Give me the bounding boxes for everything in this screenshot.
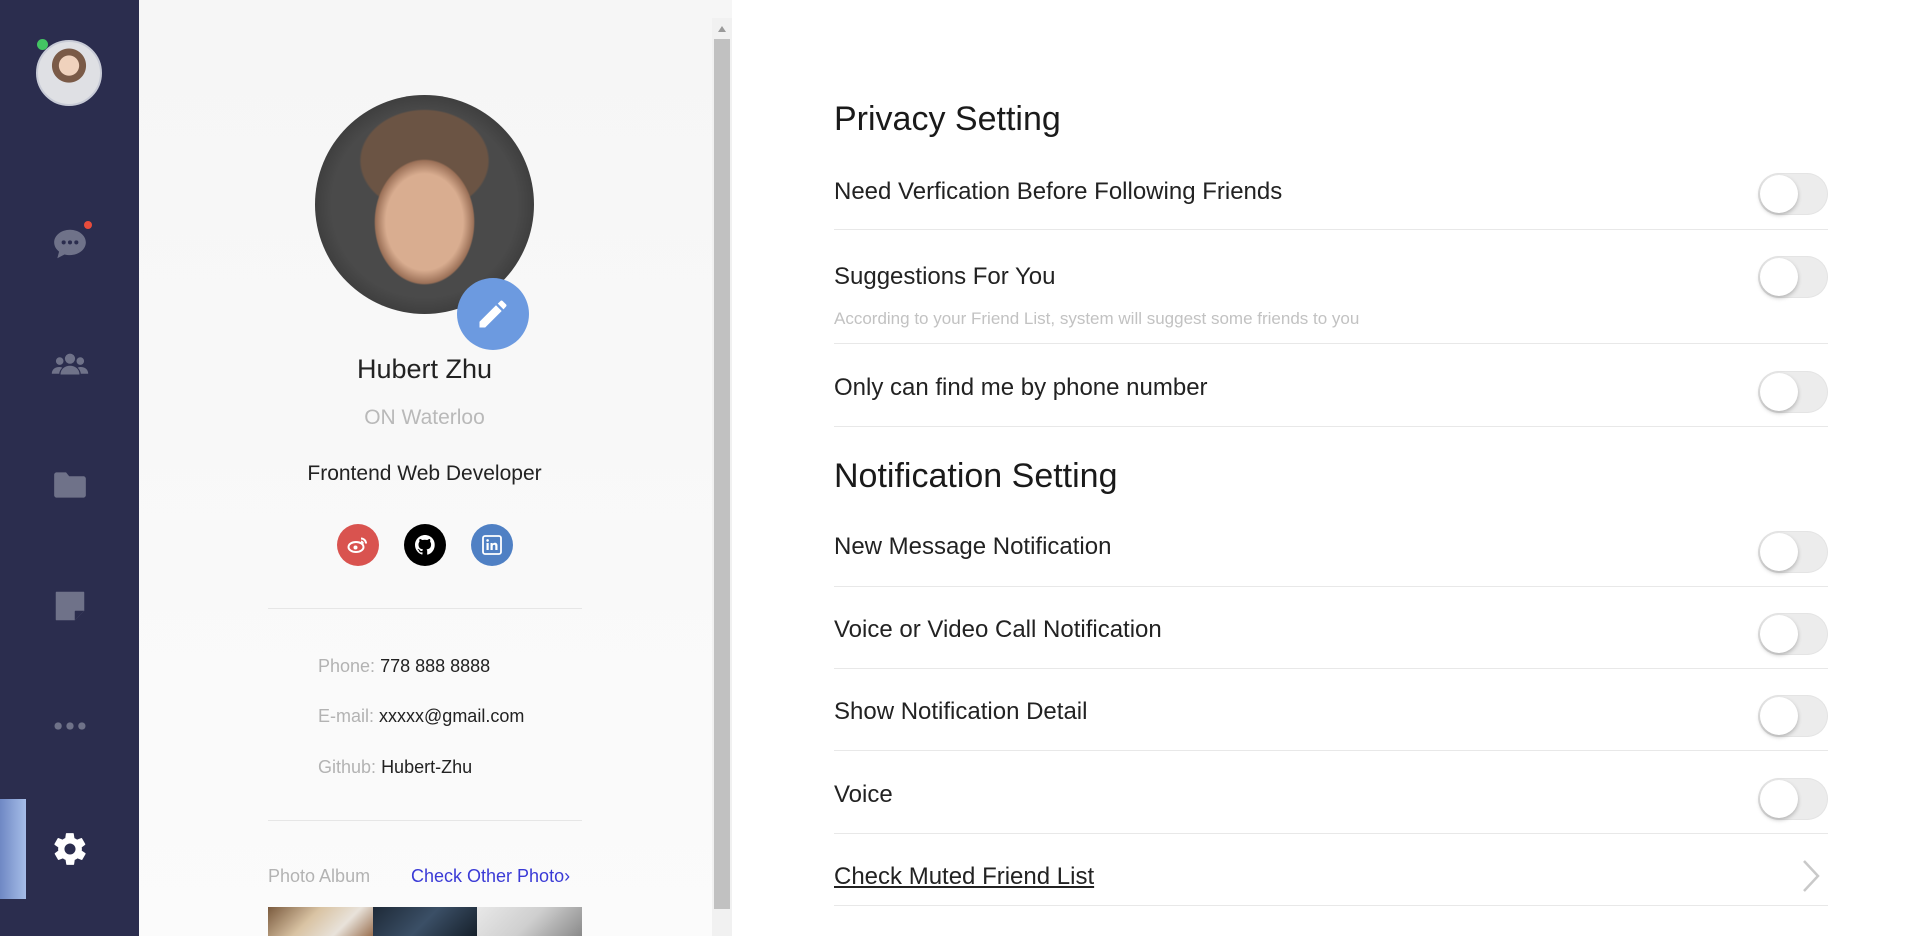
current-user-avatar[interactable] xyxy=(36,40,102,106)
weibo-link[interactable] xyxy=(337,524,379,566)
notification-row-new-message: New Message Notification xyxy=(834,515,1828,587)
unread-badge xyxy=(84,221,92,229)
profile-divider-bottom xyxy=(268,820,582,821)
toggle-knob xyxy=(1760,175,1798,213)
group-icon xyxy=(51,353,88,375)
pencil-icon xyxy=(479,300,507,328)
notification-row-call: Voice or Video Call Notification xyxy=(834,587,1828,669)
notification-label: Show Notification Detail xyxy=(834,698,1088,725)
profile-name: Hubert Zhu xyxy=(356,354,493,384)
nav-item-more[interactable] xyxy=(0,694,139,758)
nav-rail xyxy=(0,0,139,936)
phone-value: 778 888 8888 xyxy=(380,656,491,676)
suggestions-description: According to your Friend List, system wi… xyxy=(834,309,1360,328)
profile-role: Frontend Web Developer xyxy=(307,462,542,485)
muted-friend-list-row[interactable]: Check Muted Friend List xyxy=(834,834,1828,906)
nav-item-chat[interactable] xyxy=(0,212,139,276)
linkedin-icon xyxy=(482,535,502,555)
toggle-knob xyxy=(1760,258,1798,296)
folder-icon xyxy=(53,472,86,498)
note-icon xyxy=(55,591,84,621)
voice-toggle[interactable] xyxy=(1758,778,1828,820)
album-photo[interactable] xyxy=(477,907,582,936)
check-other-photo-label: Check Other Photo xyxy=(411,866,565,886)
chevron-right-icon xyxy=(1803,860,1820,892)
toggle-knob xyxy=(1760,780,1798,818)
verification-toggle[interactable] xyxy=(1758,173,1828,215)
album-photo[interactable] xyxy=(372,907,478,936)
notification-row-voice: Voice xyxy=(834,751,1828,834)
new-message-toggle[interactable] xyxy=(1758,531,1828,573)
call-notification-toggle[interactable] xyxy=(1758,613,1828,655)
scrollbar-thumb[interactable] xyxy=(714,39,730,909)
check-other-photo-link[interactable]: Check Other Photo› xyxy=(411,866,570,887)
notification-label: Voice xyxy=(834,781,893,808)
github-label: Github: xyxy=(318,757,377,777)
nav-item-notes[interactable] xyxy=(0,574,139,638)
toggle-knob xyxy=(1760,697,1798,735)
gear-icon xyxy=(53,833,86,865)
privacy-row-suggestions: Suggestions For You According to your Fr… xyxy=(834,230,1828,344)
suggestions-toggle[interactable] xyxy=(1758,256,1828,298)
toggle-knob xyxy=(1760,533,1798,571)
phone-row: Phone: 778 888 8888 xyxy=(318,656,490,677)
github-row: Github: Hubert-Zhu xyxy=(318,757,472,778)
notification-label: New Message Notification xyxy=(834,533,1112,560)
scroll-up-arrow-icon[interactable] xyxy=(718,26,726,32)
chevron-right-icon: › xyxy=(564,866,571,886)
privacy-label: Need Verfication Before Following Friend… xyxy=(834,178,1283,205)
nav-item-files[interactable] xyxy=(0,453,139,517)
photo-album-strip xyxy=(268,907,582,936)
phone-label: Phone: xyxy=(318,656,376,676)
nav-item-settings[interactable] xyxy=(0,817,139,881)
toggle-knob xyxy=(1760,615,1798,653)
check-muted-friend-list-link[interactable]: Check Muted Friend List xyxy=(834,863,1094,891)
toggle-knob xyxy=(1760,373,1798,411)
privacy-label: Only can find me by phone number xyxy=(834,374,1208,401)
chat-icon xyxy=(53,229,86,259)
privacy-setting-title: Privacy Setting xyxy=(834,100,1061,138)
github-link[interactable] xyxy=(404,524,446,566)
profile-divider-top xyxy=(268,608,582,609)
github-icon xyxy=(415,535,435,555)
privacy-row-phone-only: Only can find me by phone number xyxy=(834,344,1828,427)
profile-location: ON Waterloo xyxy=(364,406,485,429)
notification-setting-title: Notification Setting xyxy=(834,457,1118,495)
privacy-label: Suggestions For You xyxy=(834,263,1056,290)
email-value: xxxxx@gmail.com xyxy=(379,706,525,726)
edit-profile-button[interactable] xyxy=(457,278,529,350)
weibo-icon xyxy=(347,537,367,553)
online-status-dot xyxy=(37,39,48,50)
privacy-row-verification: Need Verfication Before Following Friend… xyxy=(834,160,1828,230)
more-icon xyxy=(53,722,86,730)
photo-album-label: Photo Album xyxy=(268,866,371,886)
email-row: E-mail: xxxxx@gmail.com xyxy=(318,706,524,727)
linkedin-link[interactable] xyxy=(471,524,513,566)
album-photo[interactable] xyxy=(268,907,373,936)
notification-row-detail: Show Notification Detail xyxy=(834,669,1828,751)
nav-item-contacts[interactable] xyxy=(0,333,139,397)
profile-scrollbar[interactable] xyxy=(712,18,732,936)
email-label: E-mail: xyxy=(318,706,375,726)
notification-label: Voice or Video Call Notification xyxy=(834,616,1162,643)
notification-detail-toggle[interactable] xyxy=(1758,695,1828,737)
github-value: Hubert-Zhu xyxy=(381,757,473,777)
phone-only-toggle[interactable] xyxy=(1758,371,1828,413)
